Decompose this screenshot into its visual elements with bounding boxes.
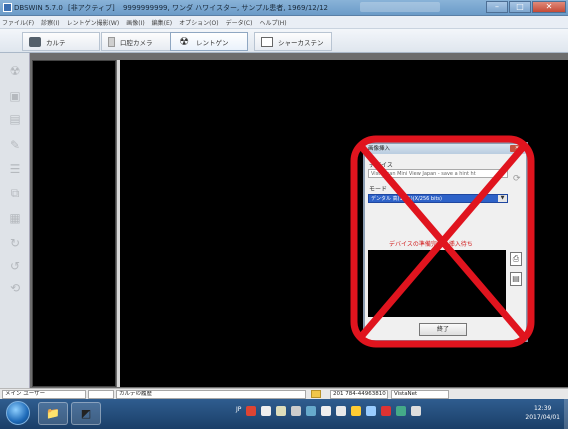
app-name: DBSWIN 5.7.0: [14, 4, 63, 12]
close-button[interactable]: ✕: [532, 1, 566, 13]
show-desktop-button[interactable]: [564, 399, 568, 429]
explorer-icon[interactable]: 📁: [38, 402, 68, 425]
window-subtitle: [非アクティブ]: [68, 4, 115, 12]
tab-xray[interactable]: ☢ レントゲン: [170, 32, 248, 51]
status-device-id: 201 784-44963810: [330, 390, 388, 399]
start-button[interactable]: [6, 401, 30, 425]
menu-data[interactable]: データ(C): [226, 18, 253, 27]
image-list-icon[interactable]: ▤: [510, 272, 522, 286]
mode-value: デンタル 高(1/15)(X/256 bits): [371, 196, 442, 202]
tab-label: レントゲン: [196, 38, 229, 47]
undo-icon[interactable]: ↺: [5, 256, 25, 276]
intraoral-camera-icon: [108, 36, 115, 47]
clock-time: 12:39: [534, 405, 552, 412]
window-title-bar: DBSWIN 5.7.0 [非アクティブ] 9999999999, ワンダ ハワ…: [0, 0, 568, 16]
tray-security-icon[interactable]: [351, 406, 362, 416]
os-taskbar: 📁 ◩ JP 12:39 2017/04/01: [0, 399, 568, 429]
reset-icon[interactable]: ⟲: [5, 278, 25, 298]
tools-icon[interactable]: ✎: [5, 135, 25, 155]
mode-select[interactable]: デンタル 高(1/15)(X/256 bits) ▼: [368, 194, 508, 203]
menu-file[interactable]: ファイル(F): [2, 18, 34, 27]
compare-icon[interactable]: ⧉: [5, 183, 25, 203]
mode-label: モード: [369, 186, 388, 193]
tab-label: 口腔カメラ: [120, 38, 153, 47]
tray-input-icon[interactable]: [261, 406, 272, 416]
menu-help[interactable]: ヘルプ(H): [259, 18, 286, 27]
tray-network-icon[interactable]: [306, 406, 317, 416]
tab-label: シャーカステン: [278, 38, 324, 47]
menu-bar: ファイル(F) 診察(I) レントゲン撮影(W) 画像(I) 編集(E) オプシ…: [0, 16, 568, 29]
dbswin-taskbar-icon[interactable]: ◩: [71, 402, 101, 425]
menu-xray-capture[interactable]: レントゲン撮影(W): [67, 18, 120, 27]
module-tab-bar: カルテ 口腔カメラ ☢ レントゲン シャーカステン: [0, 29, 568, 53]
clock-date: 2017/04/01: [525, 414, 560, 421]
tray-alert-icon[interactable]: [381, 406, 392, 416]
title-highlight: [360, 2, 440, 12]
menu-exam[interactable]: 診察(I): [41, 18, 59, 27]
radiation-icon: ☢: [179, 34, 189, 48]
tray-volume-icon[interactable]: [411, 406, 422, 416]
dialog-close-button[interactable]: ✕: [510, 145, 524, 152]
dialog-title-bar: 画像挿入 ✕: [365, 144, 526, 154]
status-bar: メイン ユーザー カルテの履歴 201 784-44963810 VistaNe…: [0, 388, 568, 399]
tray-flag-icon[interactable]: [366, 406, 377, 416]
tray-tool-icon[interactable]: [276, 406, 287, 416]
window-title: DBSWIN 5.7.0 [非アクティブ] 9999999999, ワンダ ハワ…: [14, 3, 331, 13]
device-label: デバイス: [369, 162, 393, 169]
refresh-icon[interactable]: ⟳: [513, 174, 521, 184]
maximize-button[interactable]: □: [509, 1, 531, 13]
tab-label: カルテ: [46, 38, 66, 47]
dialog-title: 画像挿入: [368, 146, 391, 152]
minimize-button[interactable]: –: [486, 1, 508, 13]
status-user: メイン ユーザー: [2, 390, 86, 399]
device-status: デバイスの準備完了 - 挿入待ち: [389, 241, 473, 248]
app-icon: [3, 3, 12, 12]
tray-sync-icon[interactable]: [396, 406, 407, 416]
export-icon[interactable]: ▤: [5, 109, 25, 129]
layout-icon[interactable]: ☰: [5, 159, 25, 179]
device-field[interactable]: VistaScan Mini View Japan - save a hint …: [368, 169, 508, 178]
status-history: カルテの履歴: [116, 390, 306, 399]
radiation-tool-icon[interactable]: ☢: [5, 61, 25, 81]
chart-record-icon: [29, 36, 41, 47]
save-icon[interactable]: ▣: [5, 86, 25, 106]
system-tray: JP: [236, 406, 422, 416]
left-toolbar: ☢ ▣ ▤ ✎ ☰ ⧉ ▦ ↻ ↺ ⟲: [0, 53, 30, 388]
light-box-icon: [261, 36, 273, 47]
tray-keyboard-icon[interactable]: [321, 406, 332, 416]
folder-icon[interactable]: [311, 390, 321, 398]
chevron-down-icon[interactable]: ▼: [498, 195, 507, 202]
info-icon[interactable]: ▦: [5, 208, 25, 228]
window-controls: – □ ✕: [486, 1, 566, 13]
status-device-name: VistaNet: [391, 390, 449, 399]
menu-options[interactable]: オプション(O): [179, 18, 218, 27]
scan-preview: [368, 250, 506, 317]
rotate-icon[interactable]: ↻: [5, 233, 25, 253]
menu-edit[interactable]: 編集(E): [152, 18, 172, 27]
tray-doc-icon[interactable]: [336, 406, 347, 416]
tab-karte[interactable]: カルテ: [22, 32, 100, 51]
patient-info: 9999999999, ワンダ ハワイスター, サンプル患者, 1969/12/…: [122, 4, 328, 12]
thumbnail-panel[interactable]: [32, 60, 116, 387]
tab-light-box[interactable]: シャーカステン: [254, 32, 332, 51]
image-insert-dialog: 画像挿入 ✕ デバイス VistaScan Mini View Japan - …: [363, 142, 528, 342]
tray-settings-icon[interactable]: [291, 406, 302, 416]
ime-indicator[interactable]: JP: [236, 406, 241, 416]
tab-intraoral-camera[interactable]: 口腔カメラ: [101, 32, 179, 51]
tray-app-icon[interactable]: [246, 406, 257, 416]
scanner-icon[interactable]: ⎙: [510, 252, 522, 266]
status-blank: [88, 390, 114, 399]
taskbar-clock[interactable]: 12:39 2017/04/01: [525, 404, 560, 422]
menu-image[interactable]: 画像(I): [126, 18, 144, 27]
end-button[interactable]: 終了: [419, 323, 467, 336]
